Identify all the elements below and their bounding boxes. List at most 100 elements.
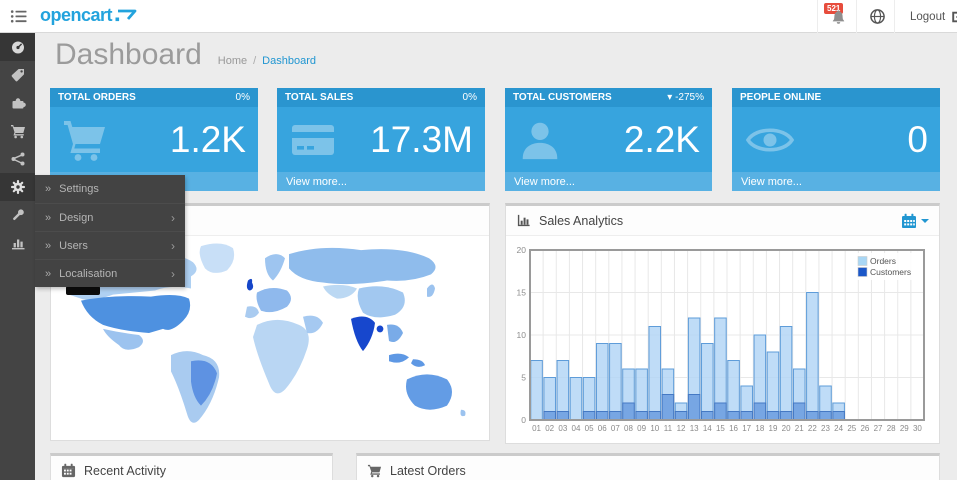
menu-item-users[interactable]: Users (35, 231, 185, 259)
chart-icon (516, 213, 531, 228)
calendar-icon (901, 213, 917, 229)
tile-body: 0 (732, 107, 940, 172)
notifications-button[interactable]: 521 (822, 0, 855, 33)
svg-text:03: 03 (558, 424, 567, 433)
sidebar-item-catalog[interactable] (0, 61, 35, 89)
sign-out-icon (950, 10, 957, 24)
svg-text:17: 17 (742, 424, 751, 433)
menu-item-settings[interactable]: Settings (35, 175, 185, 203)
recent-activity-panel: Recent Activity (50, 453, 333, 480)
tile-header: TOTAL ORDERS 0% (50, 88, 258, 107)
logout-label: Logout (910, 11, 945, 23)
svg-text:01: 01 (532, 424, 541, 433)
svg-text:22: 22 (808, 424, 817, 433)
language-globe-button[interactable] (861, 0, 894, 33)
panel-title: Sales Analytics (539, 214, 623, 228)
top-bar: opencart 521 Log (0, 0, 957, 33)
tile-total-sales: TOTAL SALES 0% 17.3M View more... (277, 88, 485, 191)
divider (856, 0, 857, 33)
tile-total-customers: TOTAL CUSTOMERS ▾ -275% 2.2K View more..… (505, 88, 712, 191)
sales-bar-chart: 0510152001020304050607080910111213141516… (506, 236, 939, 443)
credit-card-icon (289, 119, 337, 161)
svg-text:02: 02 (545, 424, 554, 433)
date-range-dropdown[interactable] (901, 213, 929, 229)
svg-text:16: 16 (729, 424, 738, 433)
wrench-icon (10, 207, 26, 223)
sidebar-item-marketing[interactable] (0, 145, 35, 173)
view-more-link[interactable]: View more... (277, 172, 485, 191)
cart-icon (367, 463, 382, 478)
sales-analytics-panel: Sales Analytics (505, 203, 940, 444)
tile-value: 2.2K (624, 119, 700, 161)
sidebar-item-reports[interactable] (0, 229, 35, 257)
menu-item-label: Localisation (59, 268, 171, 280)
tile-header: PEOPLE ONLINE (732, 88, 940, 107)
puzzle-icon (10, 95, 26, 111)
tile-value: 0 (907, 119, 928, 161)
divider (817, 0, 818, 33)
page-heading: Dashboard Home Dashboard (55, 38, 316, 72)
svg-text:18: 18 (755, 424, 764, 433)
user-icon (517, 118, 563, 162)
latest-orders-panel: Latest Orders (356, 453, 940, 480)
svg-text:5: 5 (521, 373, 526, 383)
menu-item-design[interactable]: Design (35, 203, 185, 231)
chevron-right-icon (171, 211, 175, 225)
menu-toggle-icon[interactable] (10, 8, 28, 25)
menu-item-localisation[interactable]: Localisation (35, 259, 185, 287)
tile-body: 1.2K (50, 107, 258, 172)
sidebar-item-system[interactable] (0, 173, 35, 201)
svg-text:10: 10 (650, 424, 659, 433)
system-flyout-menu: Settings Design Users Localisation (35, 175, 185, 287)
sidebar-nav (0, 33, 35, 480)
double-chevron-icon (45, 183, 51, 195)
breadcrumb-current-link[interactable]: Dashboard (262, 55, 316, 67)
sidebar-item-dashboard[interactable] (0, 33, 35, 61)
svg-text:19: 19 (769, 424, 778, 433)
svg-text:20: 20 (782, 424, 791, 433)
sidebar-item-tools[interactable] (0, 201, 35, 229)
breadcrumb-home-link[interactable]: Home (218, 55, 247, 67)
cart-icon (10, 123, 26, 139)
divider (894, 0, 895, 33)
panel-title: Recent Activity (84, 464, 166, 478)
view-more-link[interactable]: View more... (732, 172, 940, 191)
sidebar-item-extensions[interactable] (0, 89, 35, 117)
logo-cart-icon (115, 8, 139, 23)
svg-text:0: 0 (521, 415, 526, 425)
tile-title: TOTAL ORDERS (58, 92, 136, 103)
svg-text:Customers: Customers (870, 267, 911, 277)
latest-orders-header: Latest Orders (357, 456, 939, 480)
eye-icon (744, 121, 796, 159)
svg-text:05: 05 (585, 424, 594, 433)
svg-text:26: 26 (860, 424, 869, 433)
bar-chart-icon (10, 235, 26, 251)
svg-text:15: 15 (517, 288, 527, 298)
opencart-logo[interactable]: opencart (40, 5, 139, 26)
calendar-icon (61, 463, 76, 478)
svg-text:27: 27 (874, 424, 883, 433)
tile-value: 1.2K (170, 119, 246, 161)
tooltip-fragment (66, 286, 100, 295)
gear-icon (10, 179, 26, 195)
svg-text:09: 09 (637, 424, 646, 433)
opencart-admin-dashboard: opencart 521 Log (0, 0, 957, 480)
chevron-right-icon (171, 267, 175, 281)
page-title: Dashboard (55, 38, 202, 72)
sidebar-item-sales[interactable] (0, 117, 35, 145)
sales-analytics-header: Sales Analytics (506, 206, 939, 236)
tile-value: 17.3M (370, 119, 473, 161)
svg-text:Orders: Orders (870, 256, 896, 266)
view-more-link[interactable]: View more... (505, 172, 712, 191)
svg-text:20: 20 (517, 245, 527, 255)
tile-change: ▾ -275% (667, 92, 704, 103)
svg-text:15: 15 (716, 424, 725, 433)
menu-item-label: Settings (59, 183, 175, 195)
double-chevron-icon (45, 240, 51, 252)
tile-body: 17.3M (277, 107, 485, 172)
svg-text:24: 24 (834, 424, 843, 433)
svg-text:29: 29 (900, 424, 909, 433)
svg-text:04: 04 (572, 424, 581, 433)
logout-button[interactable]: Logout (898, 0, 957, 33)
svg-text:08: 08 (624, 424, 633, 433)
